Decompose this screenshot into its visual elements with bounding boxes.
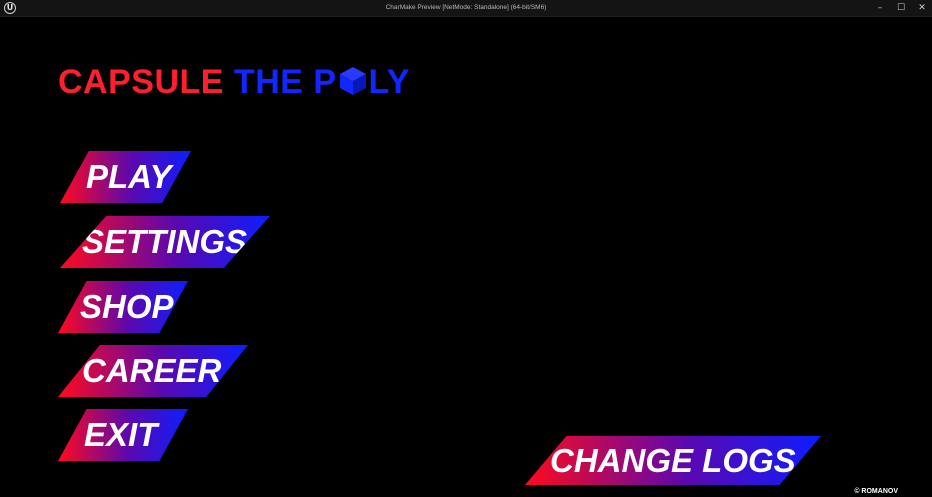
exit-button-label: EXIT (84, 416, 158, 453)
copyright-text: © ROMANOV (854, 488, 898, 495)
career-button[interactable]: CAREER (58, 345, 248, 397)
play-button-label: PLAY (86, 158, 172, 195)
game-title-part-ly: LY (368, 63, 410, 101)
exit-button[interactable]: EXIT (58, 409, 188, 461)
career-button-label: CAREER (82, 352, 222, 389)
game-title: CAPSULE THE P LY (58, 62, 410, 102)
minimize-button[interactable]: – (870, 0, 890, 16)
window-title: CharMake Preview [NetMode: Standalone] (… (385, 4, 547, 11)
maximize-button[interactable]: ☐ (891, 0, 911, 16)
game-title-part-capsule: CAPSULE (58, 63, 224, 101)
shop-button-label: SHOP (80, 288, 174, 325)
cube-icon (339, 67, 366, 96)
settings-button[interactable]: SETTINGS (60, 216, 270, 268)
window-titlebar[interactable]: U CharMake Preview [NetMode: Standalone]… (0, 0, 932, 17)
change-logs-button-label: CHANGE LOGS (550, 442, 796, 479)
settings-button-label: SETTINGS (82, 223, 248, 260)
shop-button[interactable]: SHOP (58, 281, 188, 333)
game-title-part-the-p: THE P (233, 63, 337, 101)
close-button[interactable]: ✕ (912, 0, 932, 16)
change-logs-button[interactable]: CHANGE LOGS (525, 436, 821, 485)
play-button[interactable]: PLAY (60, 151, 191, 203)
